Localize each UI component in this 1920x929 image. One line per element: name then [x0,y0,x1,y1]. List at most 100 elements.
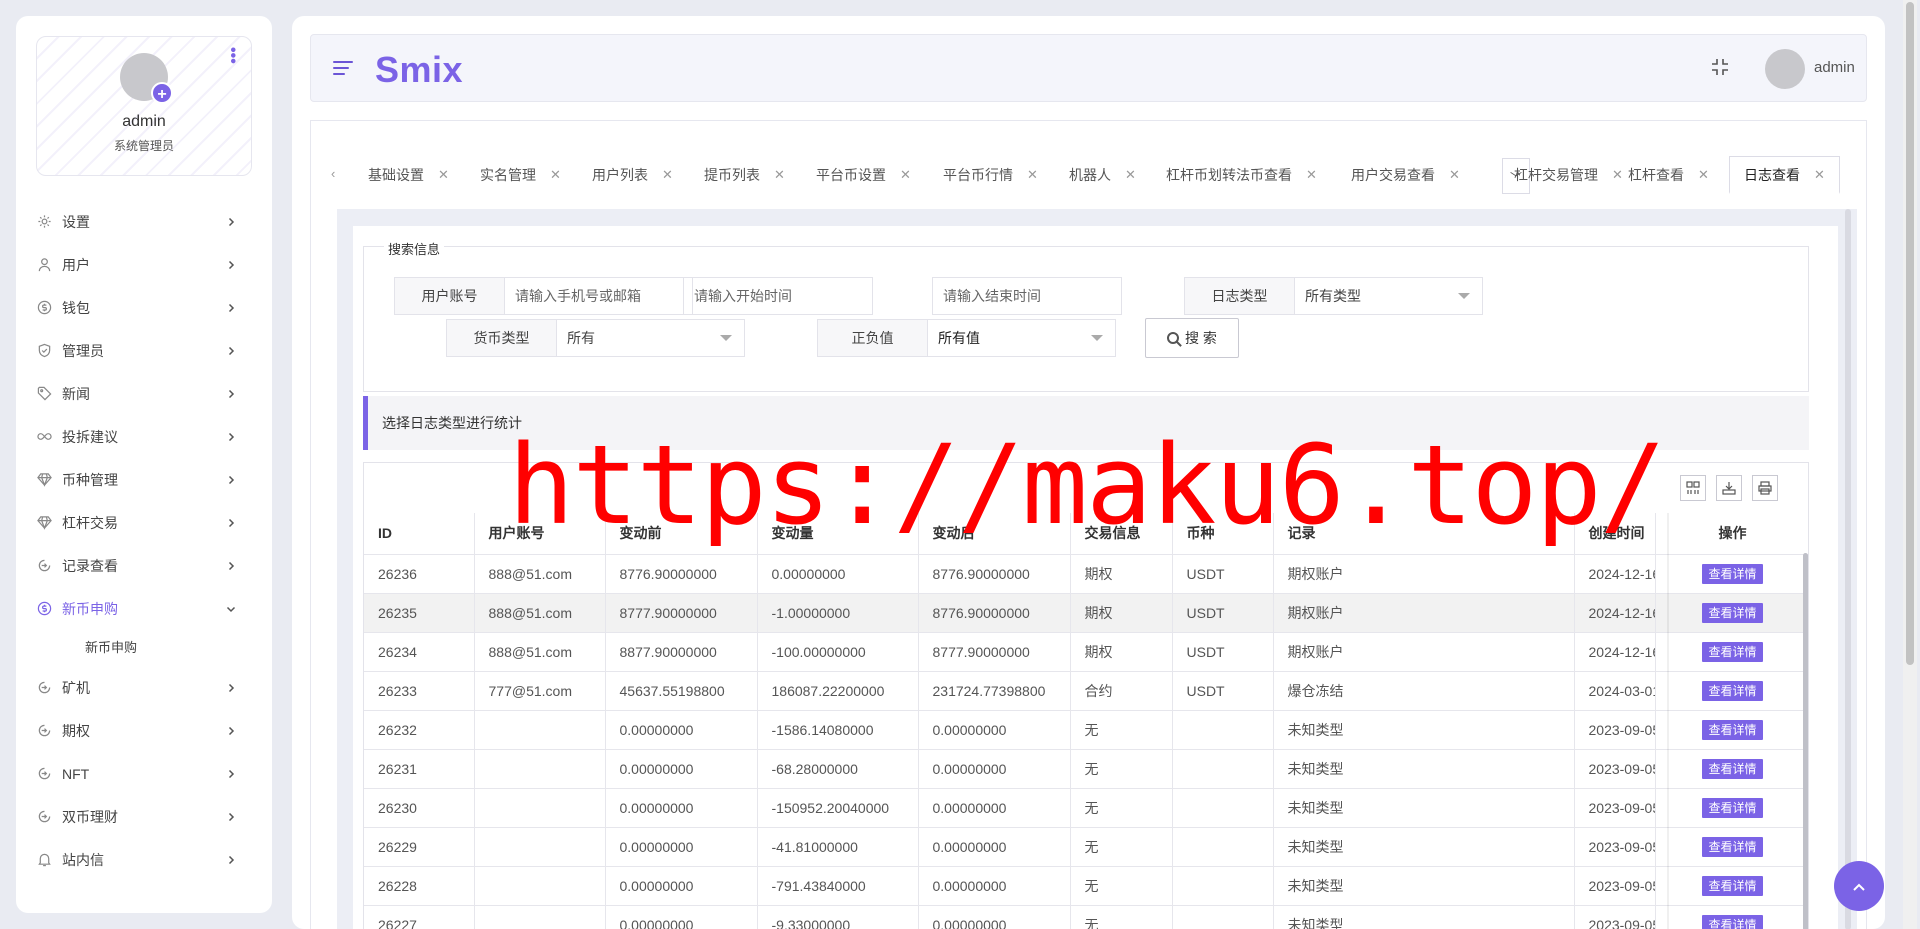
log-page: 搜索信息 用户账号 请输入手机号或邮箱 请输入开始时间 请输入结束时间 日志类型… [353,226,1838,929]
table-row[interactable]: 26233 777@51.com 45637.55198800 186087.2220… [364,671,1808,711]
print-icon[interactable] [1752,475,1778,501]
sidebar-subitem[interactable]: 新币申购 [16,630,272,666]
close-icon[interactable]: ✕ [1027,167,1038,183]
tab-3[interactable]: 提币列表 ✕ [704,156,785,194]
table-cell: 无 [1070,710,1173,750]
tab-2[interactable]: 用户列表 ✕ [592,156,673,194]
page-scrollbar-thumb[interactable] [1906,2,1914,665]
table-cell: 26236 [364,554,475,594]
view-detail-button[interactable]: 查看详情 [1702,680,1763,701]
table-row[interactable]: 26229 0.00000000 -41.81000000 0.00000000 无未知… [364,827,1808,867]
view-detail-button[interactable]: 查看详情 [1702,836,1763,857]
sidebar-item-1[interactable]: 用户 [16,243,272,286]
table-cell: 0.00000000 [918,749,1071,789]
close-icon[interactable]: ✕ [1125,167,1136,183]
sidebar-item-label: 用户 [62,256,90,273]
tab-7[interactable]: 杠杆币划转法币查看 ✕ [1166,156,1317,194]
end-time-input[interactable]: 请输入结束时间 [932,277,1122,315]
close-icon[interactable]: ✕ [438,167,449,183]
search-button[interactable]: 搜 索 [1145,318,1239,358]
table-cell: -41.81000000 [757,827,919,867]
table-row[interactable]: 26235 888@51.com 8777.90000000 -1.00000000 8… [364,593,1808,633]
close-icon[interactable]: ✕ [1698,167,1709,183]
sidebar-item-6[interactable]: 币种管理 [16,458,272,501]
sidebar-item-9[interactable]: 新币申购 [16,587,272,630]
table-row[interactable]: 26228 0.00000000 -791.43840000 0.00000000 无未… [364,866,1808,906]
view-detail-button[interactable]: 查看详情 [1702,719,1763,740]
sidebar-item-12[interactable]: NFT [16,752,272,795]
table-row[interactable]: 26231 0.00000000 -68.28000000 0.00000000 无未知… [364,749,1808,789]
table-row[interactable]: 26227 0.00000000 -9.33000000 0.00000000 无未知类… [364,905,1808,929]
tab-11[interactable]: 日志查看 ✕ [1729,156,1840,194]
column-header[interactable]: ID [364,513,475,555]
sidebar-item-4[interactable]: 新闻 [16,372,272,415]
tab-9[interactable]: 杠杆交易管理 ✕ [1514,156,1623,194]
table-cell: -150952.20040000 [757,788,919,828]
close-icon[interactable]: ✕ [900,167,911,183]
log-type-value[interactable]: 所有类型 [1295,278,1482,314]
tab-1[interactable]: 实名管理 ✕ [480,156,561,194]
currency-type-value[interactable]: 所有 [557,320,744,356]
table-row[interactable]: 26232 0.00000000 -1586.14080000 0.00000000 无… [364,710,1808,750]
log-type-select[interactable]: 日志类型 所有类型 [1184,277,1483,315]
page-scrollbar[interactable] [1903,0,1917,929]
menu-toggle-icon[interactable] [333,61,353,79]
view-detail-button[interactable]: 查看详情 [1702,641,1763,662]
panel-scrollbar[interactable] [1845,209,1851,929]
table-row[interactable]: 26234 888@51.com 8877.90000000 -100.0000000… [364,632,1808,672]
sidebar-item-13[interactable]: 双币理财 [16,795,272,838]
sidebar-item-5[interactable]: 投拆建议 [16,415,272,458]
sidebar-item-14[interactable]: 站内信 [16,838,272,881]
columns-icon[interactable] [1680,475,1706,501]
sidebar-item-11[interactable]: 期权 [16,709,272,752]
close-icon[interactable]: ✕ [550,167,561,183]
view-detail-button[interactable]: 查看详情 [1702,797,1763,818]
tab-label: 实名管理 [480,167,536,183]
account-label: 用户账号 [395,278,505,314]
table-cell [474,866,606,906]
user-avatar[interactable] [1765,49,1805,89]
sign-select[interactable]: 正负值 所有值 [817,319,1116,357]
back-to-top-button[interactable] [1834,861,1884,911]
sidebar-menu: 设置 用户 钱包 管理员 新闻 投拆建议 币种管理 杠杆交易 记录查看 新币申购 新币申购 矿机 期权 N… [16,200,272,881]
sidebar-item-2[interactable]: 钱包 [16,286,272,329]
close-icon[interactable]: ✕ [1814,167,1825,183]
sidebar-item-3[interactable]: 管理员 [16,329,272,372]
tab-10[interactable]: 杠杆查看 ✕ [1628,156,1709,194]
close-icon[interactable]: ✕ [774,167,785,183]
currency-type-select[interactable]: 货币类型 所有 [446,319,745,357]
user-name[interactable]: admin [1814,59,1855,76]
tab-5[interactable]: 平台币行情 ✕ [943,156,1038,194]
column-header[interactable]: 操作 [1655,513,1808,555]
sign-value[interactable]: 所有值 [928,320,1115,356]
view-detail-button[interactable]: 查看详情 [1702,914,1763,929]
tab-0[interactable]: 基础设置 ✕ [368,156,449,194]
tab-4[interactable]: 平台币设置 ✕ [816,156,911,194]
sidebar-item-8[interactable]: 记录查看 [16,544,272,587]
table-cell [474,905,606,929]
view-detail-button[interactable]: 查看详情 [1702,602,1763,623]
table-cell: 0.00000000 [605,749,758,789]
account-input[interactable]: 请输入手机号或邮箱 [505,278,692,314]
view-detail-button[interactable]: 查看详情 [1702,563,1763,584]
chevron-left-icon[interactable]: ‹ [331,166,335,181]
close-icon[interactable]: ✕ [662,167,673,183]
start-time-input[interactable]: 请输入开始时间 [683,277,873,315]
more-vertical-icon[interactable]: ••• [224,47,241,64]
export-icon[interactable] [1716,475,1742,501]
plus-icon[interactable]: + [151,82,173,104]
table-row[interactable]: 26230 0.00000000 -150952.20040000 0.0000000… [364,788,1808,828]
close-icon[interactable]: ✕ [1612,167,1623,183]
sidebar-item-7[interactable]: 杠杆交易 [16,501,272,544]
close-icon[interactable]: ✕ [1449,167,1460,183]
tab-8[interactable]: 用户交易查看 ✕ [1351,156,1460,194]
exit-fullscreen-icon[interactable] [1709,57,1731,79]
close-icon[interactable]: ✕ [1306,167,1317,183]
view-detail-button[interactable]: 查看详情 [1702,758,1763,779]
view-detail-button[interactable]: 查看详情 [1702,875,1763,896]
table-row[interactable]: 26236 888@51.com 8776.90000000 0.00000000 87… [364,554,1808,594]
sidebar-item-10[interactable]: 矿机 [16,666,272,709]
sidebar-item-0[interactable]: 设置 [16,200,272,243]
tab-6[interactable]: 机器人 ✕ [1069,156,1136,194]
table-scrollbar[interactable] [1803,553,1808,929]
